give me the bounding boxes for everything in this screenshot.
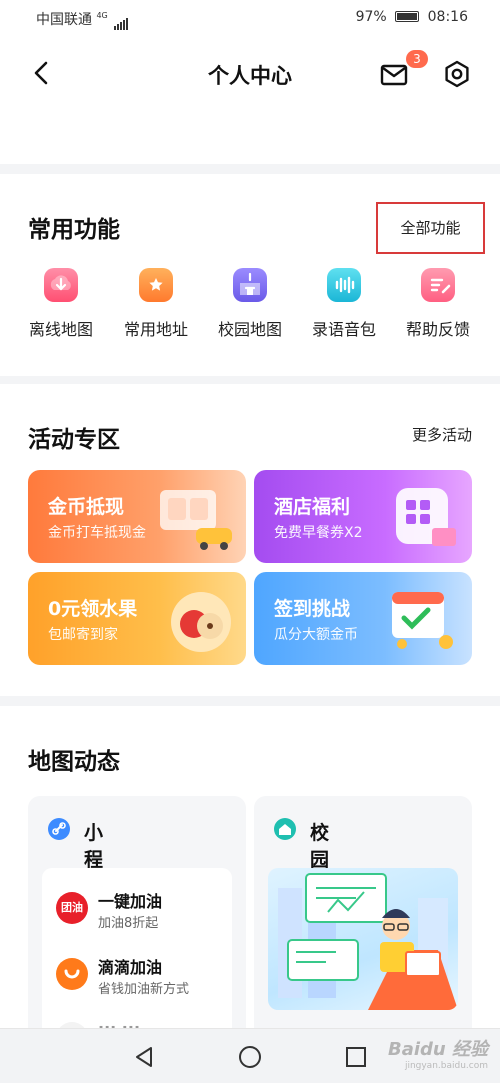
section-title: 地图动态 [28,749,120,775]
link-icon [48,818,70,840]
settings-icon[interactable] [443,60,471,88]
func-label: 常用地址 [123,320,188,339]
watermark: Baidu 经验 jingyan.baidu.com [388,1035,488,1071]
more-activities-link[interactable]: 更多活动 [412,424,472,445]
network-label: 4G [96,11,108,20]
mini-program-panel[interactable]: 小程序 团油 一键加油 加油8折起 滴滴加油 省钱加油新方式 ··· ··· [28,796,246,1068]
battery-icon [395,11,420,22]
section-title: 常用功能 [28,217,120,243]
apple-icon [171,592,231,652]
func-label: 录语音包 [311,320,376,339]
school-icon [233,268,267,302]
activity-subtitle: 包邮寄到家 [48,627,118,643]
section-title: 活动专区 [28,427,120,453]
mail-badge: 3 [406,50,428,68]
activity-subtitle: 金币打车抵现金 [48,525,146,541]
campus-home-icon [274,818,296,840]
func-record-voice[interactable]: 录语音包 [296,268,392,340]
func-label: 校园地图 [217,320,282,339]
calendar-check-icon [392,592,453,649]
cloud-download-icon [44,268,78,302]
didi-logo [56,958,88,990]
item-title: 一键加油 [98,892,163,911]
watermark-sub: jingyan.baidu.com [404,1061,488,1071]
watermark-text: Baidu 经验 [387,1039,488,1060]
func-campus-map[interactable]: 校园地图 [202,268,298,340]
signal-icon [114,14,129,30]
item-subtitle: 省钱加油新方式 [98,982,190,997]
nav-bar: 个人中心 3 [0,36,500,164]
item-subtitle: 加油8折起 [98,916,159,931]
func-label: 离线地图 [28,320,93,339]
battery-percent: 97% [355,9,387,25]
activity-card-coins[interactable]: 金币抵现 金币打车抵现金 [28,470,246,563]
voice-wave-icon [327,268,361,302]
func-offline-map[interactable]: 离线地图 [13,268,109,340]
recents-square-icon[interactable] [344,1045,368,1069]
activity-title: 0元领水果 [48,598,138,620]
activity-title: 签到挑战 [274,598,351,620]
func-common-address[interactable]: 常用地址 [108,268,204,340]
activity-title: 金币抵现 [48,496,125,518]
common-functions-section: 常用功能 全部功能 离线地图 常用地址 校园地图 录语音包 帮助反馈 [0,174,500,376]
status-right: 97% 08:16 [356,9,468,25]
tuanyou-logo: 团油 [56,892,88,924]
back-triangle-icon[interactable] [132,1045,156,1069]
carrier-label: 中国联通 [36,12,92,28]
campus-illustration [268,868,458,1010]
status-bar: 中国联通 4G 97% 08:16 [0,0,500,36]
mail-icon[interactable] [380,64,408,86]
campus-map-panel[interactable]: 校园地图 [254,796,472,1056]
taxi-coupon-icon [160,490,232,550]
home-circle-icon[interactable] [238,1045,262,1069]
mini-program-item[interactable]: 滴滴加油 省钱加油新方式 [56,954,226,998]
func-help-feedback[interactable]: 帮助反馈 [390,268,486,340]
mini-program-item[interactable]: 团油 一键加油 加油8折起 [56,888,226,932]
activity-title: 酒店福利 [274,496,351,518]
item-title: 滴滴加油 [98,958,163,977]
activity-card-checkin[interactable]: 签到挑战 瓜分大额金币 [254,572,472,665]
activity-card-fruit[interactable]: 0元领水果 包邮寄到家 [28,572,246,665]
activity-card-hotel[interactable]: 酒店福利 免费早餐券X2 [254,470,472,563]
clock: 08:16 [427,9,468,25]
map-feed-section: 地图动态 小程序 团油 一键加油 加油8折起 滴滴加油 省钱加油新方式 [0,706,500,1068]
func-label: 帮助反馈 [405,320,470,339]
status-left: 中国联通 4G [36,9,129,30]
home-star-icon [139,268,173,302]
activity-section: 活动专区 更多活动 金币抵现 金币打车抵现金 酒店福利 免费早餐券X2 0元领水… [0,384,500,696]
activity-subtitle: 免费早餐券X2 [274,525,363,541]
all-functions-link[interactable]: 全部功能 [376,202,485,254]
hotel-gift-icon [396,488,456,546]
system-nav-bar: Baidu 经验 jingyan.baidu.com [0,1028,500,1083]
activity-subtitle: 瓜分大额金币 [274,627,358,643]
feedback-icon [421,268,455,302]
